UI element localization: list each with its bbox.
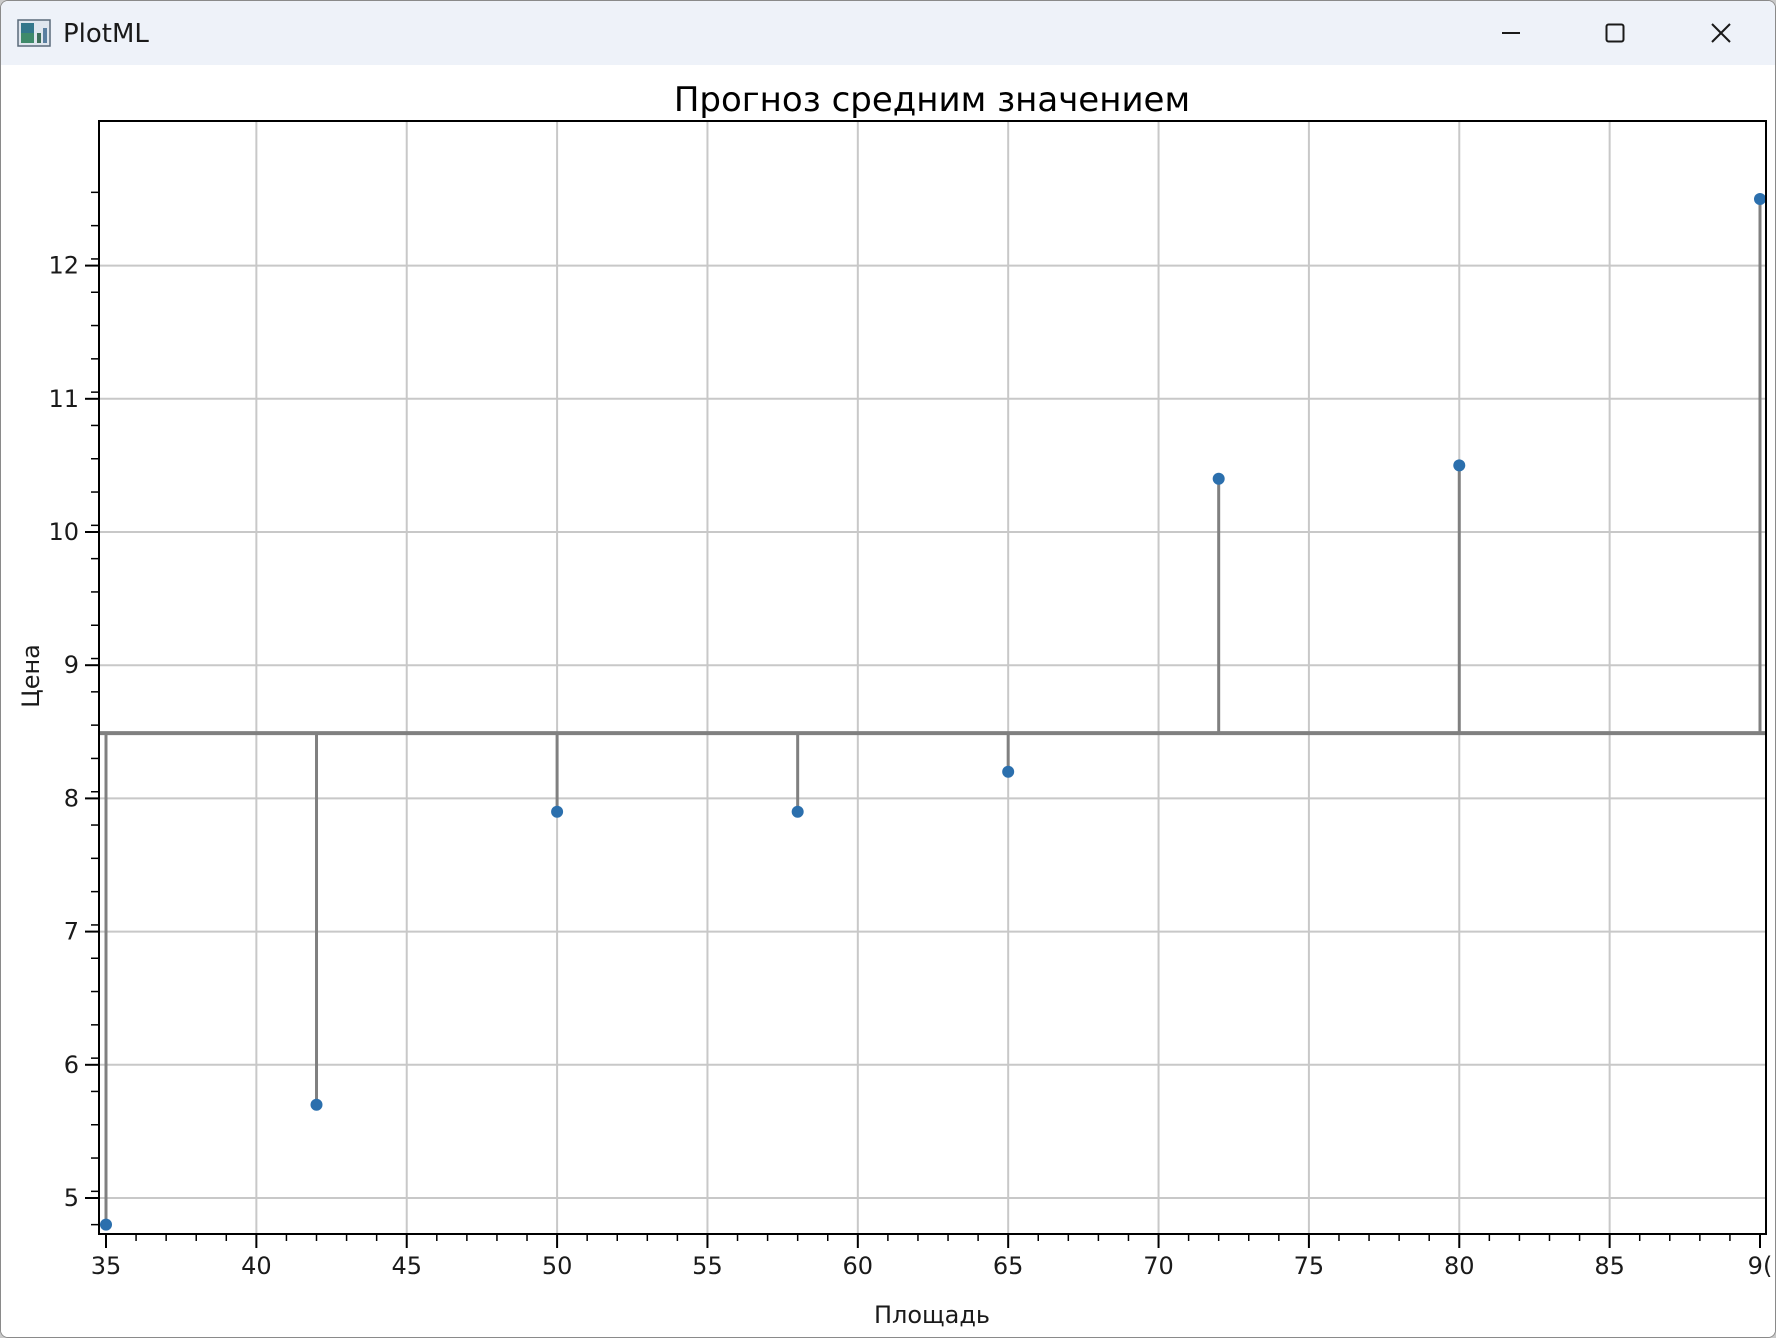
x-tick-label: 80	[1444, 1252, 1475, 1280]
x-tick-label: 35	[91, 1252, 122, 1280]
app-icon	[17, 19, 51, 47]
minimize-button[interactable]	[1459, 1, 1563, 65]
chart-area: 35 40 45 50 55 60 65 70 75 80 85 9( 5 6 7 8 9 10 11 12 Прог…	[1, 65, 1775, 1337]
point-layer	[100, 193, 1766, 1231]
y-tick-label: 8	[64, 784, 79, 812]
x-tick-label: 40	[241, 1252, 272, 1280]
x-tick-label: 9(	[1748, 1252, 1773, 1280]
title-bar[interactable]: PlotML	[1, 1, 1775, 65]
close-icon	[1711, 23, 1731, 43]
x-tick-label: 45	[391, 1252, 422, 1280]
y-tick-label: 11	[48, 385, 79, 413]
x-tick-label: 70	[1143, 1252, 1174, 1280]
data-point	[1212, 472, 1225, 485]
x-tick-label: 55	[692, 1252, 723, 1280]
y-tick-label: 7	[64, 918, 79, 946]
grid-layer	[99, 121, 1766, 1234]
y-axis-label: Цена	[17, 644, 45, 708]
window-title: PlotML	[63, 19, 149, 49]
data-point	[100, 1218, 112, 1231]
data-point	[791, 805, 804, 818]
data-point	[1002, 765, 1015, 778]
y-tick-label: 10	[48, 518, 79, 546]
y-tick-label: 6	[64, 1051, 79, 1079]
minimize-icon	[1502, 32, 1520, 34]
x-tick-label: 50	[542, 1252, 573, 1280]
chart-svg: 35 40 45 50 55 60 65 70 75 80 85 9( 5 6 7 8 9 10 11 12 Прог…	[17, 80, 1773, 1329]
maximize-icon	[1605, 23, 1625, 43]
x-tick-label: 65	[993, 1252, 1024, 1280]
data-point	[551, 805, 564, 818]
maximize-button[interactable]	[1563, 1, 1667, 65]
close-button[interactable]	[1669, 1, 1773, 65]
x-tick-label: 75	[1294, 1252, 1325, 1280]
x-tick-label: 60	[843, 1252, 874, 1280]
x-tick-label: 85	[1594, 1252, 1625, 1280]
chart-title: Прогноз средним значением	[674, 80, 1190, 120]
data-point	[310, 1098, 323, 1111]
y-tick-label: 5	[64, 1184, 79, 1212]
data-point	[1453, 459, 1466, 472]
y-tick-label: 12	[48, 252, 79, 280]
residual-layer	[104, 199, 1762, 1225]
y-tick-label: 9	[64, 651, 79, 679]
data-point	[1754, 193, 1766, 205]
app-window: PlotML 35 40 45 50 55 60 65 70 75 80 85 9( 5 6 7 8 9 10 11…	[0, 0, 1776, 1338]
x-axis-label: Площадь	[874, 1301, 990, 1329]
axis-layer: 35 40 45 50 55 60 65 70 75 80 85 9( 5 6 7 8 9 10 11 12	[48, 120, 1773, 1280]
plot-frame	[98, 120, 1767, 1235]
